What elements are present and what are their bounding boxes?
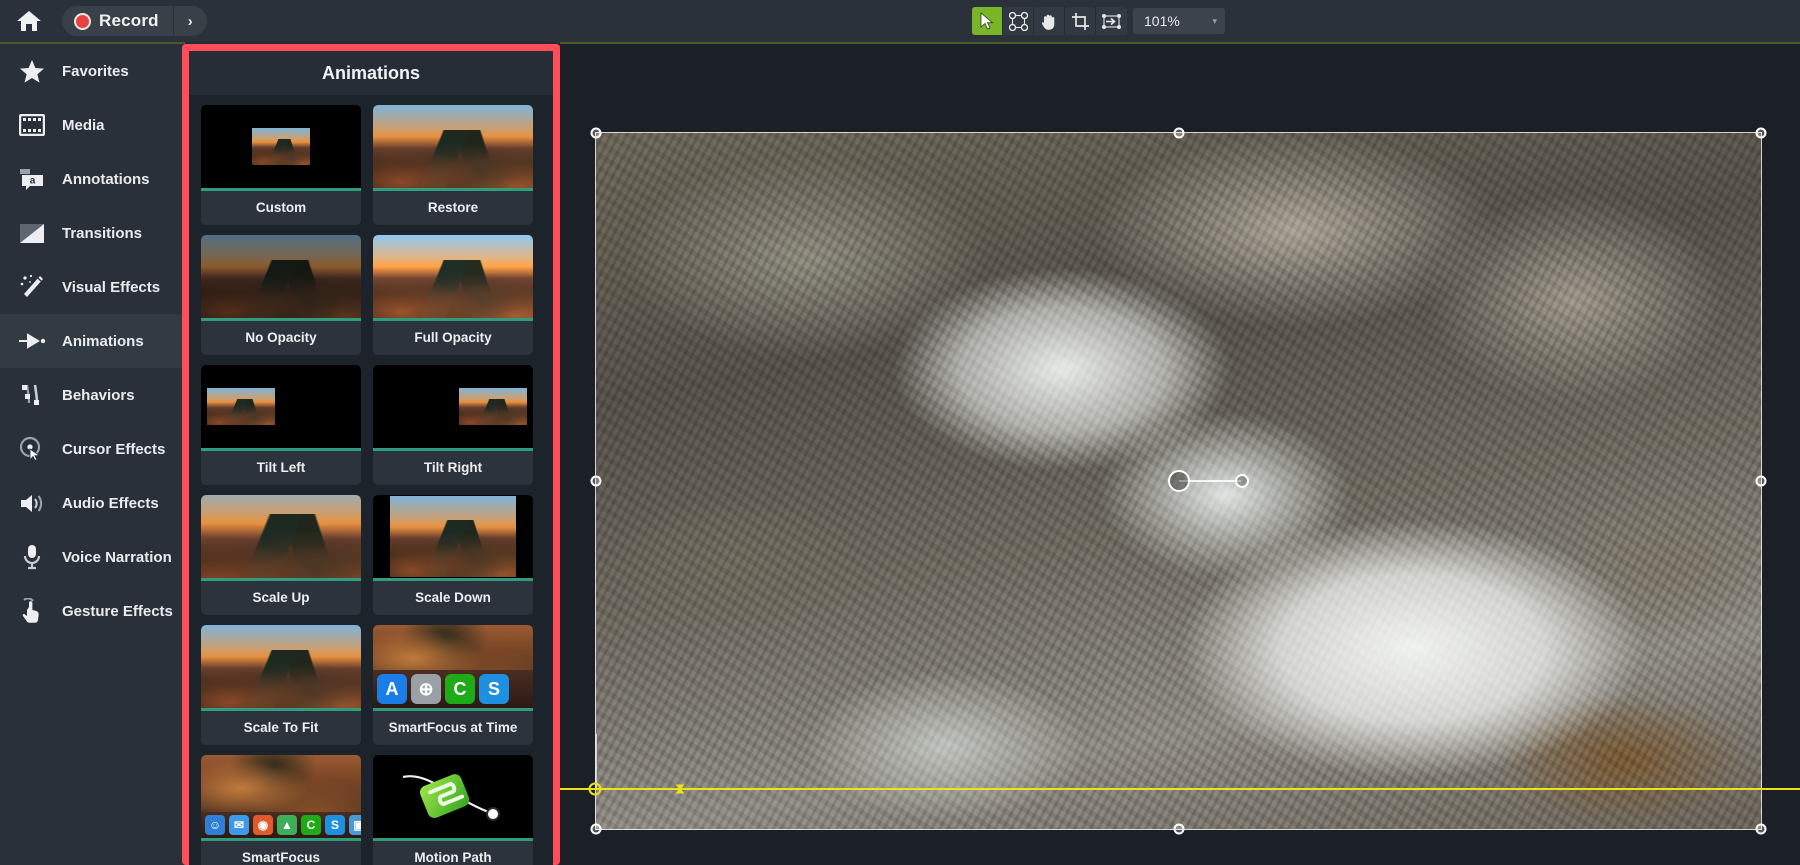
fit-tool-button[interactable] <box>1096 7 1127 35</box>
crop-icon <box>1071 12 1089 30</box>
left-sidebar: Favorites Media a Annotations Transitions Vis… <box>0 42 185 865</box>
sidebar-item-visual-effects[interactable]: Visual Effects <box>0 260 185 314</box>
record-control-group: Record › <box>62 6 207 36</box>
snap-guide-node <box>588 782 602 796</box>
sidebar-item-label: Gesture Effects <box>62 602 173 620</box>
snap-guide-vertical <box>595 734 597 788</box>
crop-tool-button[interactable] <box>1065 7 1096 35</box>
sidebar-item-label: Voice Narration <box>62 548 172 566</box>
behaviors-icon <box>18 383 46 407</box>
pointer-tool-button[interactable] <box>972 7 1003 35</box>
canvas-tool-cluster <box>972 7 1127 35</box>
record-button[interactable]: Record <box>62 6 173 36</box>
sidebar-item-label: Annotations <box>62 170 150 188</box>
sidebar-item-label: Media <box>62 116 105 134</box>
sidebar-item-label: Behaviors <box>62 386 135 404</box>
sidebar-item-label: Cursor Effects <box>62 440 166 458</box>
snap-guide-horizontal <box>560 788 1800 790</box>
river-rocks-photo <box>595 132 1762 830</box>
canvas-area[interactable] <box>560 42 1800 865</box>
sidebar-item-behaviors[interactable]: Behaviors <box>0 368 185 422</box>
sidebar-item-voice-narration[interactable]: Voice Narration <box>0 530 185 584</box>
hand-tap-icon <box>18 598 46 624</box>
cursor-target-icon <box>18 436 46 462</box>
canvas-media-image[interactable] <box>595 132 1762 830</box>
sidebar-item-cursor-effects[interactable]: Cursor Effects <box>0 422 185 476</box>
sidebar-item-audio-effects[interactable]: Audio Effects <box>0 476 185 530</box>
hand-icon <box>1041 14 1055 30</box>
sidebar-item-label: Favorites <box>62 62 129 80</box>
sidebar-item-favorites[interactable]: Favorites <box>0 44 185 98</box>
zoom-level-value: 101% <box>1144 13 1180 29</box>
svg-text:a: a <box>30 176 36 187</box>
sidebar-item-media[interactable]: Media <box>0 98 185 152</box>
sidebar-item-label: Transitions <box>62 224 143 242</box>
zoom-level-dropdown[interactable]: 101% ▾ <box>1133 8 1225 34</box>
pointer-icon <box>980 12 994 30</box>
sidebar-item-label: Visual Effects <box>62 278 161 296</box>
record-options-chevron-icon[interactable]: › <box>172 6 207 36</box>
nodes-icon <box>1008 11 1028 31</box>
sidebar-item-annotations[interactable]: a Annotations <box>0 152 185 206</box>
sidebar-item-transitions[interactable]: Transitions <box>0 206 185 260</box>
sidebar-item-label: Animations <box>62 332 144 350</box>
film-icon <box>18 114 46 136</box>
callout-a-icon: a <box>18 167 46 191</box>
sidebar-item-label: Audio Effects <box>62 494 159 512</box>
star-icon <box>18 59 46 84</box>
camtasia-editor-window: Record › 101% ▾ Favorites Media a Annota… <box>0 0 1800 865</box>
microphone-icon <box>18 544 46 570</box>
magic-wand-icon <box>18 274 46 300</box>
home-button[interactable] <box>0 0 58 42</box>
record-dot-icon <box>74 12 91 30</box>
transform-tool-button[interactable] <box>1003 7 1034 35</box>
home-icon <box>17 11 41 31</box>
speaker-icon <box>18 492 46 515</box>
record-button-label: Record <box>99 11 159 30</box>
hand-tool-button[interactable] <box>1034 7 1065 35</box>
sidebar-item-animations[interactable]: Animations <box>0 314 185 368</box>
sidebar-item-gesture-effects[interactable]: Gesture Effects <box>0 584 185 638</box>
panel-highlight-annotation <box>182 44 560 865</box>
arrow-right-icon <box>18 333 46 349</box>
transition-icon <box>18 223 46 244</box>
fit-icon <box>1102 13 1121 29</box>
top-toolbar: Record › 101% ▾ <box>0 0 1800 42</box>
chevron-down-icon: ▾ <box>1212 15 1217 26</box>
